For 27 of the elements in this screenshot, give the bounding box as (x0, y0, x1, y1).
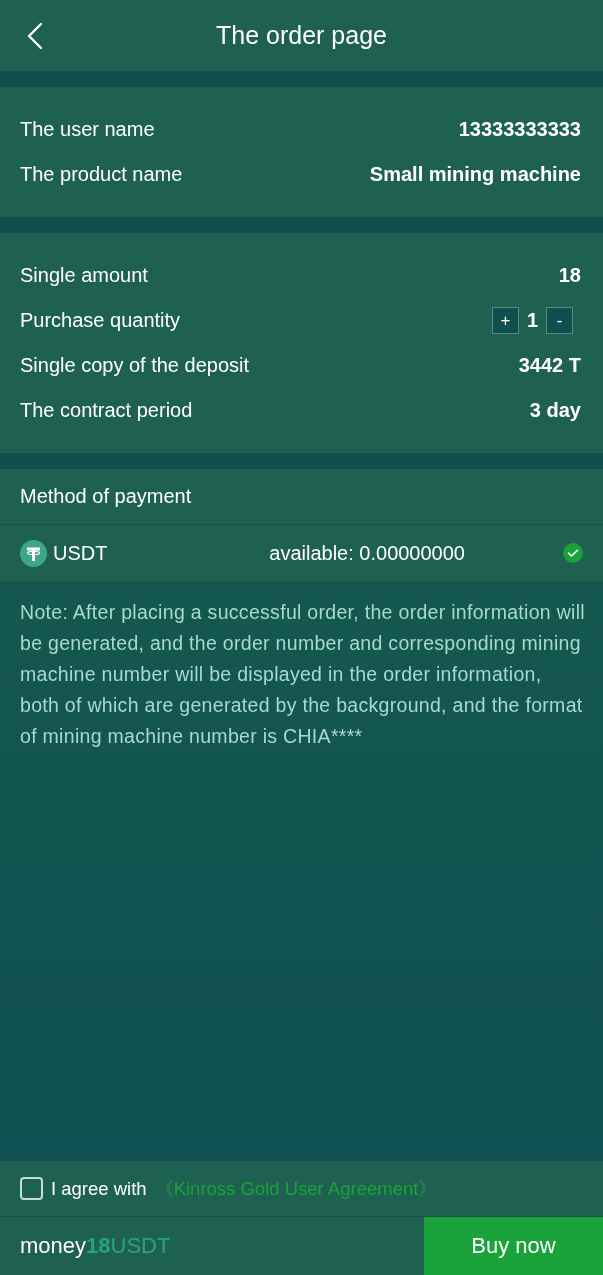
decrement-button[interactable]: - (546, 307, 573, 334)
field-label: The product name (20, 163, 183, 186)
payment-method-item[interactable]: USDT available: 0.00000000 (0, 525, 603, 581)
agree-text: I agree with (51, 1177, 147, 1200)
method-name: USDT (53, 541, 108, 565)
field-value: 13333333333 (458, 118, 581, 141)
agree-checkbox[interactable] (20, 1177, 43, 1200)
field-value: 18 (558, 264, 581, 287)
field-label: The contract period (20, 399, 193, 422)
field-label: The user name (20, 118, 155, 141)
quantity-value: 1 (526, 309, 538, 332)
back-icon (27, 22, 43, 50)
field-label: Purchase quantity (20, 309, 181, 332)
field-value: 3 day (529, 399, 581, 422)
field-label: Single amount (20, 264, 148, 287)
available-balance: available: 0.00000000 (269, 541, 465, 565)
note-text: Note: After placing a successful order, the order information will be generated, and the order number and corresponding mining machine number will be displayed in the order information, both of which are generated by the background, and the format of mining machine number is CHIA**** (20, 600, 585, 749)
total-label: money (20, 1233, 87, 1259)
section-title: Method of payment (20, 485, 192, 508)
page-title: The order page (216, 21, 387, 50)
field-label: Single copy of the deposit (20, 354, 250, 377)
total-amount: 18 (86, 1233, 111, 1259)
field-value: 3442 T (518, 354, 581, 377)
total-unit: USDT (110, 1233, 171, 1259)
tether-coin-icon (20, 539, 47, 567)
field-value: Small mining machine (369, 163, 581, 186)
increment-button[interactable]: + (491, 307, 519, 334)
